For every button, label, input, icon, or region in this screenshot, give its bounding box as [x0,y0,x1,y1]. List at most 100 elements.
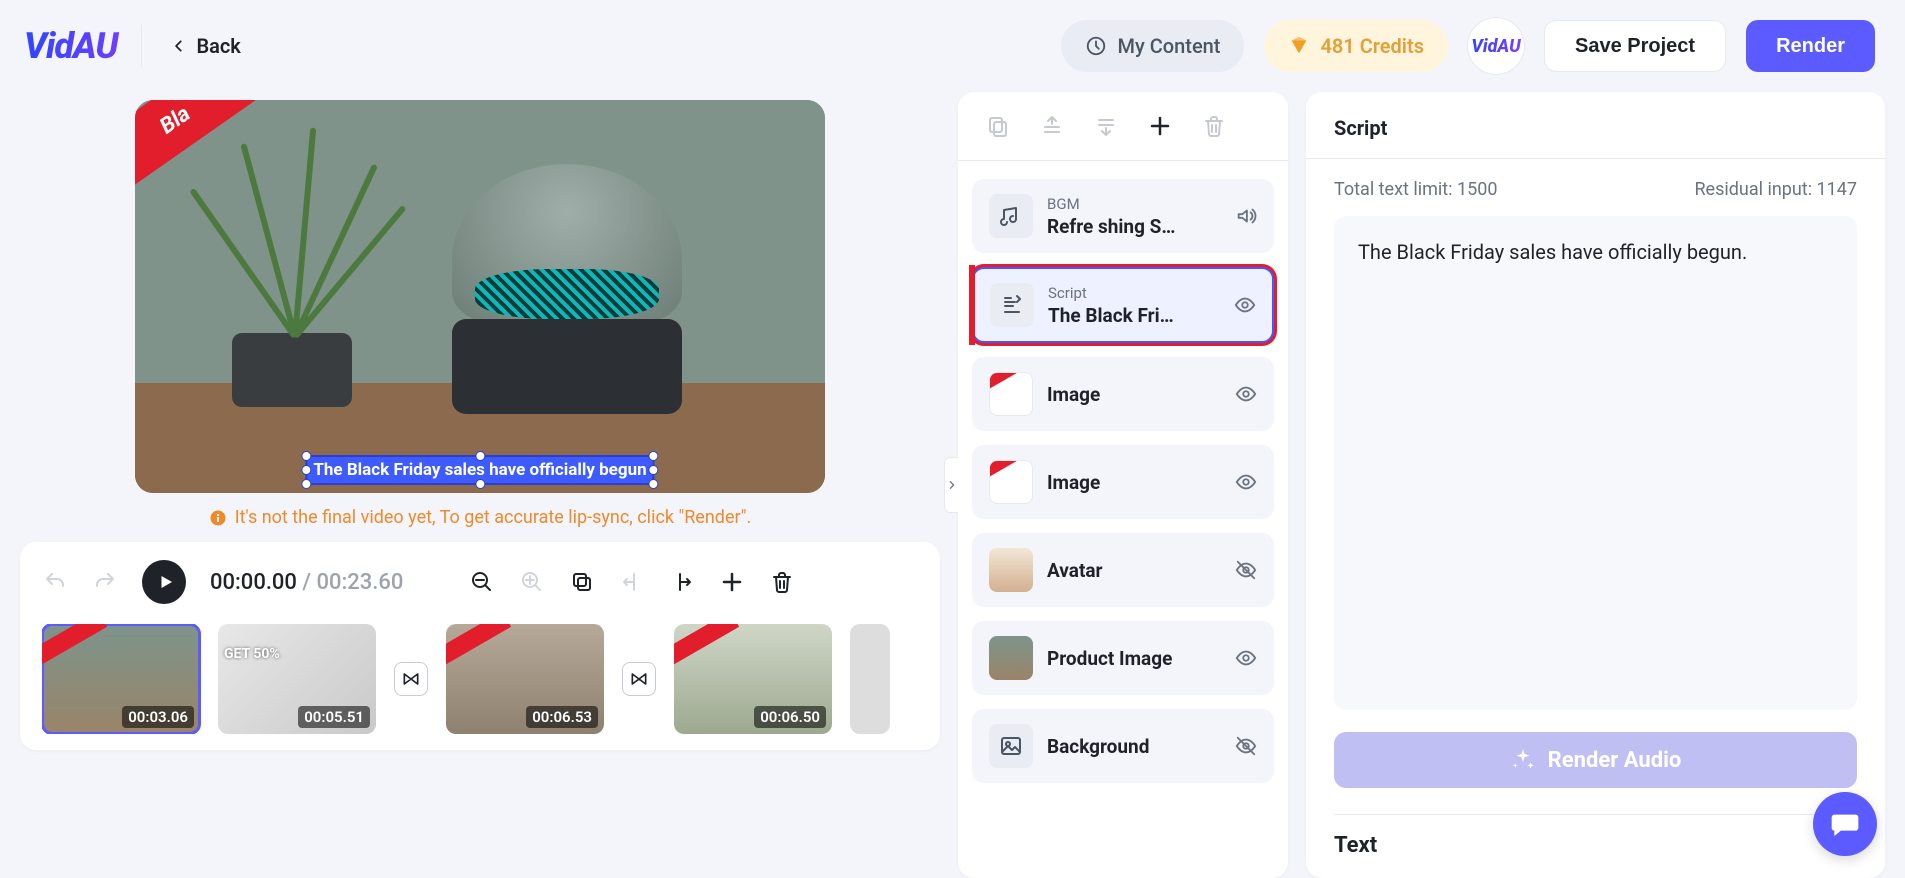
layer-value: The Black Fri… [1048,304,1220,327]
layer-value: Background [1047,735,1221,758]
clip-strip[interactable]: 00:03.06 GET 50% 00:05.51 00:06.53 [42,624,918,734]
limit-value: 1500 [1457,179,1497,200]
timeline-panel: 00:00.00 / 00:23.60 [20,542,940,750]
clip-duration: 00:06.53 [526,706,598,728]
zoom-in-button[interactable] [519,569,545,595]
text-section-title: Text [1334,833,1857,858]
split-right-button[interactable] [669,569,695,595]
layer-image-2[interactable]: Image [972,445,1274,519]
script-panel-header: Script [1306,92,1885,159]
render-hint-text: It's not the final video yet, To get acc… [235,507,752,528]
timeline-controls: 00:00.00 / 00:23.60 [42,560,918,604]
chevron-right-icon [947,478,957,492]
layer-thumbnail [989,548,1033,592]
my-content-label: My Content [1117,34,1220,58]
render-audio-label: Render Audio [1548,748,1682,773]
script-textarea[interactable]: The Black Friday sales have officially b… [1334,216,1857,710]
redo-button[interactable] [92,569,118,595]
layer-label: Script [1048,284,1220,302]
transition-icon [629,669,649,689]
save-project-label: Save Project [1575,35,1695,58]
move-up-button[interactable] [1040,114,1064,138]
layer-image-1[interactable]: Image [972,357,1274,431]
my-content-button[interactable]: My Content [1061,20,1244,72]
zoom-out-button[interactable] [469,569,495,595]
panel-expand-handle[interactable] [944,457,958,513]
undo-button[interactable] [42,569,68,595]
visibility-icon[interactable] [1235,383,1257,405]
panel-title: Script [1334,116,1857,140]
brand-badge-text: VidAU [1471,36,1520,57]
main-area: Bla The Black Friday sales have official… [0,92,1905,878]
clip-2[interactable]: GET 50% 00:05.51 [218,624,376,734]
time-current: 00:00.00 [210,570,297,595]
layers-panel: BGM Refre shing S… Script The Black Fri… [958,92,1288,878]
app-header: VidAU Back My Content 481 Credits VidAU … [0,0,1905,92]
caption-text: The Black Friday sales have officially b… [313,460,646,480]
clip-3[interactable]: 00:06.53 [446,624,604,734]
play-icon [157,573,175,591]
caption-overlay[interactable]: The Black Friday sales have officially b… [305,455,654,485]
layer-avatar[interactable]: Avatar [972,533,1274,607]
video-preview[interactable]: Bla The Black Friday sales have official… [135,100,825,493]
volume-icon[interactable] [1235,205,1257,227]
chevron-left-icon [172,39,186,53]
residual-value: 1147 [1817,179,1857,200]
visibility-off-icon[interactable] [1235,559,1257,581]
layer-script[interactable]: Script The Black Fri… [972,267,1274,343]
sparkle-icon [1510,747,1536,773]
back-button[interactable]: Back [162,34,240,58]
copy-clip-button[interactable] [569,569,595,595]
render-button[interactable]: Render [1746,20,1875,72]
clip-duration: 00:05.51 [298,706,370,728]
layers-list[interactable]: BGM Refre shing S… Script The Black Fri… [958,161,1288,801]
delete-layer-button[interactable] [1202,114,1226,138]
visibility-icon[interactable] [1234,294,1256,316]
transition-button-1[interactable] [394,662,428,696]
visibility-icon[interactable] [1235,471,1257,493]
add-layer-button[interactable] [1148,114,1172,138]
script-panel: Script Total text limit: 1500 Residual i… [1306,92,1885,878]
clip-1[interactable]: 00:03.06 [42,624,200,734]
residual-label: Residual input: [1694,179,1816,200]
transition-icon [401,669,421,689]
layer-value: Image [1047,383,1221,406]
chat-button[interactable] [1813,792,1877,856]
layer-background[interactable]: Background [972,709,1274,783]
layer-value: Image [1047,471,1221,494]
layer-thumbnail [989,636,1033,680]
transition-button-2[interactable] [622,662,656,696]
diamond-icon [1288,35,1310,57]
text-limits: Total text limit: 1500 Residual input: 1… [1334,179,1857,200]
time-display: 00:00.00 / 00:23.60 [210,570,403,595]
visibility-icon[interactable] [1235,647,1257,669]
split-left-button[interactable] [619,569,645,595]
clock-icon [1085,35,1107,57]
image-icon [989,724,1033,768]
visibility-off-icon[interactable] [1235,735,1257,757]
layer-thumbnail [989,372,1033,416]
play-button[interactable] [142,560,186,604]
render-audio-button[interactable]: Render Audio [1334,732,1857,788]
add-clip-button[interactable] [719,569,745,595]
layer-product-image[interactable]: Product Image [972,621,1274,695]
layer-value: Refre shing S… [1047,215,1221,238]
left-column: Bla The Black Friday sales have official… [20,92,940,878]
back-label: Back [196,34,240,58]
chat-icon [1829,808,1861,840]
clip-duration: 00:06.50 [754,706,826,728]
copy-layer-button[interactable] [986,114,1010,138]
info-icon [209,509,227,527]
limit-label: Total text limit: [1334,179,1457,200]
delete-clip-button[interactable] [769,569,795,595]
clip-5-partial[interactable] [850,624,890,734]
layer-value: Product Image [1047,647,1221,670]
layer-label: BGM [1047,195,1221,213]
credits-badge[interactable]: 481 Credits [1264,20,1448,72]
time-duration: 00:23.60 [316,570,403,595]
layer-toolbar [958,92,1288,161]
save-project-button[interactable]: Save Project [1544,20,1726,72]
clip-4[interactable]: 00:06.50 [674,624,832,734]
layer-bgm[interactable]: BGM Refre shing S… [972,179,1274,253]
move-down-button[interactable] [1094,114,1118,138]
